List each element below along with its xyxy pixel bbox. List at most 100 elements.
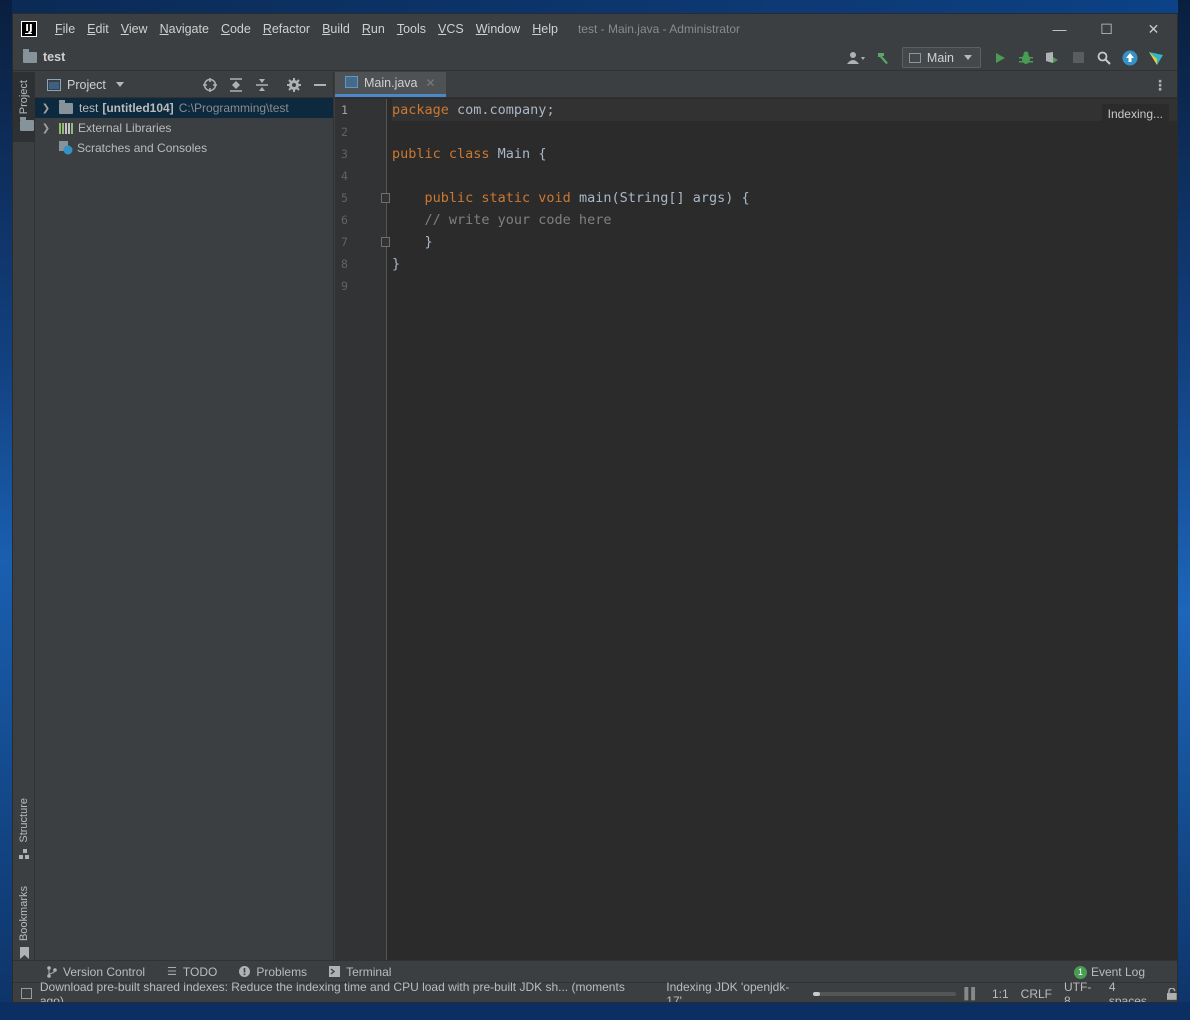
indexing-progress-bar <box>812 991 957 996</box>
file-encoding[interactable]: UTF-8 <box>1064 980 1097 1003</box>
pause-icon[interactable]: ▌▌ <box>964 988 979 1000</box>
vcs-branch-icon <box>47 965 57 978</box>
menu-edit[interactable]: Edit <box>81 14 115 44</box>
menu-file[interactable]: File <box>49 14 81 44</box>
close-icon[interactable]: ✕ <box>426 76 436 90</box>
fold-marker-icon[interactable] <box>381 237 390 247</box>
tool-window-structure-tab[interactable]: Structure <box>13 798 35 868</box>
editor-tabs: Main.java ✕ ⋮ <box>335 72 1177 98</box>
tree-item-scratches[interactable]: Scratches and Consoles <box>35 138 333 158</box>
tool-window-todo[interactable]: ☰ TODO <box>167 965 217 979</box>
project-tool-window: Project ❯ test [untitled104] C:\Programm… <box>35 72 334 960</box>
title-bar: IJ File Edit View Navigate Code Refactor… <box>13 14 1177 44</box>
breadcrumb-project[interactable]: test <box>23 48 66 64</box>
terminal-label: Terminal <box>346 964 392 979</box>
menu-view[interactable]: View <box>115 14 154 44</box>
version-control-label: Version Control <box>63 964 146 979</box>
tab-main-java[interactable]: Main.java ✕ <box>335 72 446 97</box>
expand-all-icon[interactable] <box>223 72 249 98</box>
menu-vcs[interactable]: VCS <box>432 14 470 44</box>
menu-run[interactable]: Run <box>356 14 391 44</box>
folder-icon <box>23 48 37 63</box>
project-view-icon <box>47 78 61 91</box>
chevron-down-icon[interactable] <box>115 82 124 87</box>
tree-item-label: External Libraries <box>78 121 172 135</box>
project-panel-title[interactable]: Project <box>67 78 106 92</box>
chevron-right-icon[interactable]: ❯ <box>39 103 53 114</box>
menu-refactor[interactable]: Refactor <box>257 14 316 44</box>
menu-code[interactable]: Code <box>215 14 257 44</box>
tree-item-external-libraries[interactable]: ❯ External Libraries <box>35 118 333 138</box>
update-icon[interactable] <box>1117 44 1143 71</box>
indexing-status[interactable]: Indexing JDK 'openjdk-17' <box>666 980 802 1003</box>
more-options-icon[interactable]: ⋮ <box>1153 77 1167 94</box>
code-text: main(String[] args) { <box>570 190 750 206</box>
breadcrumb-project-label: test <box>43 50 66 64</box>
run-with-coverage-icon[interactable] <box>1039 44 1065 71</box>
taskbar-edge <box>0 1002 1190 1020</box>
minimize-button[interactable]: — <box>1036 14 1083 44</box>
structure-tab-label: Structure <box>18 798 30 843</box>
jetbrains-toolbox-icon[interactable] <box>1143 44 1169 71</box>
menu-navigate[interactable]: Navigate <box>154 14 215 44</box>
tree-item-project-root[interactable]: ❯ test [untitled104] C:\Programming\test <box>35 98 333 118</box>
tree-item-label: Scratches and Consoles <box>77 141 208 155</box>
bookmark-icon <box>19 947 29 960</box>
line-number: 9 <box>341 279 348 293</box>
caret-position[interactable]: 1:1 <box>992 987 1009 1001</box>
menu-bar: File Edit View Navigate Code Refactor Bu… <box>49 14 564 44</box>
window-title: test - Main.java - Administrator <box>577 22 740 36</box>
fold-marker-icon[interactable] <box>381 193 390 203</box>
window-controls: — ☐ ✕ <box>1036 14 1177 44</box>
code-line-comment: // write your code here <box>392 212 612 228</box>
menu-tools[interactable]: Tools <box>391 14 432 44</box>
indexing-indicator: Indexing... <box>1101 104 1169 124</box>
module-folder-icon <box>59 99 73 114</box>
tree-item-module: [untitled104] <box>102 101 174 115</box>
event-log-label: Event Log <box>1090 965 1145 979</box>
run-configuration-selector[interactable]: Main <box>901 47 981 68</box>
stop-icon[interactable] <box>1065 44 1091 71</box>
search-icon[interactable] <box>1091 44 1117 71</box>
locate-file-icon[interactable] <box>197 72 223 98</box>
desktop-background-left <box>0 0 12 1020</box>
hide-panel-icon[interactable] <box>307 72 333 98</box>
library-icon <box>59 122 73 134</box>
chevron-right-icon[interactable]: ❯ <box>39 123 53 134</box>
menu-build[interactable]: Build <box>316 14 356 44</box>
ide-window: IJ File Edit View Navigate Code Refactor… <box>12 13 1178 1003</box>
tool-window-project-tab[interactable]: Project <box>13 72 35 142</box>
maximize-button[interactable]: ☐ <box>1083 14 1130 44</box>
line-separator[interactable]: CRLF <box>1021 987 1052 1001</box>
tree-item-label: test <box>79 101 99 115</box>
toggle-tool-windows-icon[interactable] <box>21 988 32 999</box>
collapse-all-icon[interactable] <box>249 72 275 98</box>
run-icon[interactable] <box>987 44 1013 71</box>
menu-help[interactable]: Help <box>526 14 564 44</box>
lock-icon[interactable] <box>1167 987 1177 1000</box>
debug-icon[interactable] <box>1013 44 1039 71</box>
build-hammer-icon[interactable] <box>870 44 896 71</box>
project-panel-header: Project <box>35 72 333 98</box>
line-number: 3 <box>341 147 348 161</box>
menu-window[interactable]: Window <box>470 14 526 44</box>
intellij-logo-icon: IJ <box>21 21 37 37</box>
account-icon[interactable] <box>844 44 870 71</box>
code-editor[interactable]: package com.company; public class Main {… <box>392 99 1177 960</box>
line-number: 8 <box>341 257 348 271</box>
tool-window-bookmarks-tab[interactable]: Bookmarks <box>13 886 35 962</box>
indent-setting[interactable]: 4 spaces <box>1109 980 1155 1003</box>
list-icon: ☰ <box>167 966 177 978</box>
tool-window-terminal[interactable]: Terminal <box>329 965 391 979</box>
code-text: com.company; <box>448 102 555 118</box>
tool-window-version-control[interactable]: Version Control <box>47 965 145 979</box>
close-button[interactable]: ✕ <box>1130 14 1177 44</box>
code-line: package com.company; <box>392 99 1177 121</box>
tool-window-problems[interactable]: Problems <box>239 965 307 979</box>
main-toolbar: Main <box>844 44 1169 71</box>
line-number: 2 <box>341 125 348 139</box>
code-keyword: public class <box>392 146 490 162</box>
line-number: 6 <box>341 213 348 227</box>
gear-icon[interactable] <box>281 72 307 98</box>
status-message[interactable]: Download pre-built shared indexes: Reduc… <box>40 980 642 1003</box>
